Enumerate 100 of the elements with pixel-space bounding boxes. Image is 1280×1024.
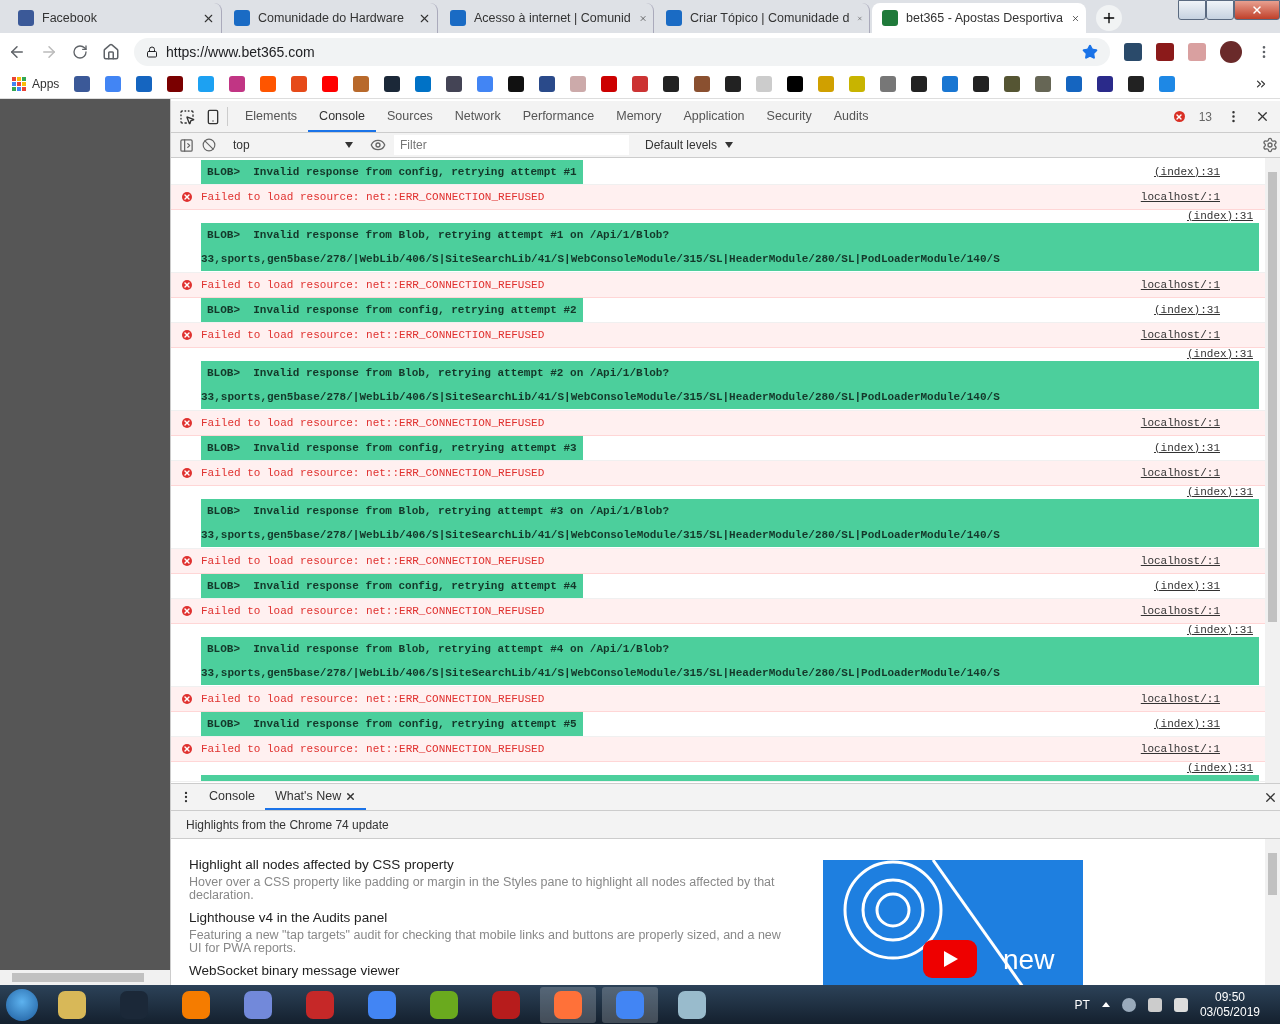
devtools-tab[interactable]: Memory — [605, 101, 673, 132]
extension-icon[interactable] — [1124, 42, 1142, 61]
horizontal-scrollbar[interactable] — [0, 970, 170, 985]
source-link[interactable]: localhost/:1 — [1140, 737, 1220, 756]
error-count[interactable]: 13 — [1198, 109, 1212, 124]
address-bar[interactable]: https://www.bet365.com — [134, 37, 1110, 66]
source-link[interactable]: (index):31 — [1154, 298, 1220, 317]
bookmark-icon[interactable] — [1004, 76, 1021, 92]
bookmark-icon[interactable] — [725, 76, 742, 92]
error-message: Failed to load resource: net::ERR_CONNECTION_REFUSED — [201, 466, 545, 480]
bookmark-icon[interactable] — [539, 76, 556, 92]
bookmark-icon[interactable] — [1097, 76, 1114, 92]
error-message: Failed to load resource: net::ERR_CONNECTION_REFUSED — [201, 328, 545, 342]
devtools-tab[interactable]: Sources — [376, 101, 444, 132]
error-message: Failed to load resource: net::ERR_CONNECTION_REFUSED — [201, 278, 545, 292]
tray-arrow-icon[interactable] — [1101, 1002, 1110, 1007]
feature-title: Lighthouse v4 in the Audits panel — [189, 910, 389, 926]
filter-field[interactable]: Filter — [394, 135, 629, 155]
error-icon — [1173, 111, 1185, 122]
bookmark-icon[interactable] — [508, 76, 525, 92]
source-link[interactable]: (index):31 — [1154, 160, 1220, 179]
devtools-tab[interactable]: Application — [672, 101, 756, 132]
drawer-tab[interactable]: Console — [199, 784, 265, 810]
inspect-icon[interactable] — [179, 108, 195, 125]
source-link[interactable]: localhost/:1 — [1140, 687, 1220, 706]
tray-icon[interactable] — [1121, 997, 1136, 1012]
close-icon[interactable] — [1255, 109, 1270, 124]
error-icon — [182, 468, 192, 478]
start-button[interactable] — [6, 988, 38, 1021]
bookmark-star-icon[interactable] — [1082, 43, 1098, 60]
clock[interactable]: 09:50 03/05/2019 — [1199, 989, 1260, 1020]
source-link[interactable]: localhost/:1 — [1140, 549, 1220, 568]
source-link[interactable]: localhost/:1 — [1140, 323, 1220, 342]
apps-link[interactable]: Apps — [32, 77, 60, 91]
clear-icon[interactable] — [202, 138, 216, 152]
vertical-scrollbar[interactable] — [1265, 839, 1280, 985]
tray-icon[interactable] — [1173, 997, 1188, 1012]
eye-icon[interactable] — [370, 137, 386, 153]
new-tab-button[interactable] — [1096, 5, 1122, 31]
devtools-tab[interactable]: Security — [755, 101, 823, 132]
source-link[interactable]: (index):31 — [1187, 762, 1253, 775]
bookmark-icon[interactable] — [787, 76, 804, 92]
source-link[interactable]: (index):31 — [1154, 436, 1220, 455]
devtools-tab[interactable]: Network — [443, 101, 512, 132]
close-button[interactable] — [1234, 0, 1280, 20]
bookmark-icon[interactable] — [911, 76, 928, 92]
source-link[interactable]: (index):31 — [1187, 210, 1253, 223]
bookmark-icon[interactable] — [973, 76, 990, 92]
error-icon — [182, 280, 192, 290]
source-link[interactable]: (index):31 — [1187, 624, 1253, 637]
plus-icon — [1101, 10, 1117, 26]
video-caption: new — [1003, 944, 1055, 976]
devtools-tab[interactable]: Audits — [822, 101, 880, 132]
error-icon — [182, 694, 192, 704]
reload-icon[interactable] — [72, 43, 88, 60]
source-link[interactable]: localhost/:1 — [1140, 461, 1220, 480]
bookmark-icon[interactable] — [384, 76, 401, 92]
source-link[interactable]: (index):31 — [1187, 348, 1253, 361]
dropdown-caret-icon[interactable] — [725, 142, 734, 148]
taskbar-app-icon[interactable] — [540, 986, 596, 1023]
error-icon — [182, 606, 192, 616]
context-select[interactable]: top — [233, 138, 353, 152]
device-icon[interactable] — [205, 108, 221, 125]
close-icon — [1251, 4, 1263, 16]
minimize-button[interactable] — [1178, 0, 1206, 20]
browser-tab[interactable]: bet365 - Apostas Desportiva — [872, 3, 1086, 33]
levels-dropdown[interactable]: Default levels — [645, 138, 718, 152]
bookmark-icon[interactable] — [446, 76, 463, 92]
tray-icon[interactable] — [1147, 997, 1162, 1012]
error-icon — [182, 556, 192, 566]
devtools-tab[interactable]: Elements — [234, 101, 309, 132]
bookmark-icon[interactable] — [74, 76, 91, 92]
source-link[interactable]: localhost/:1 — [1140, 599, 1220, 618]
source-link[interactable]: localhost/:1 — [1140, 411, 1220, 430]
home-icon[interactable] — [102, 42, 120, 61]
error-icon — [182, 192, 192, 202]
vertical-scrollbar[interactable] — [1265, 158, 1280, 783]
close-icon[interactable] — [345, 790, 357, 802]
bookmark-icon[interactable] — [1128, 76, 1145, 92]
avatar-icon[interactable] — [1220, 40, 1242, 63]
bookmark-icon[interactable] — [694, 76, 711, 92]
favicon-icon — [882, 10, 898, 26]
language-indicator[interactable]: PT — [1074, 997, 1090, 1012]
extension-icon[interactable] — [1156, 42, 1174, 61]
settings-icon[interactable] — [1262, 137, 1278, 153]
devtools-tab[interactable]: Performance — [511, 101, 606, 132]
maximize-button[interactable] — [1206, 0, 1234, 20]
lock-icon — [146, 45, 158, 58]
apps-icon[interactable] — [12, 77, 26, 91]
source-link[interactable]: (index):31 — [1187, 486, 1253, 499]
source-link[interactable]: (index):31 — [1154, 574, 1220, 593]
bookmark-icon[interactable] — [663, 76, 680, 92]
source-link[interactable]: localhost/:1 — [1140, 273, 1220, 292]
bookmark-icon[interactable] — [167, 76, 184, 92]
sidebar-icon[interactable] — [179, 137, 194, 153]
source-link[interactable]: (index):31 — [1154, 712, 1220, 731]
more-bookmarks-icon[interactable] — [1254, 77, 1268, 91]
source-link[interactable]: localhost/:1 — [1140, 185, 1220, 204]
error-message: Failed to load resource: net::ERR_CONNECTION_REFUSED — [201, 554, 545, 568]
play-icon[interactable] — [923, 940, 977, 978]
